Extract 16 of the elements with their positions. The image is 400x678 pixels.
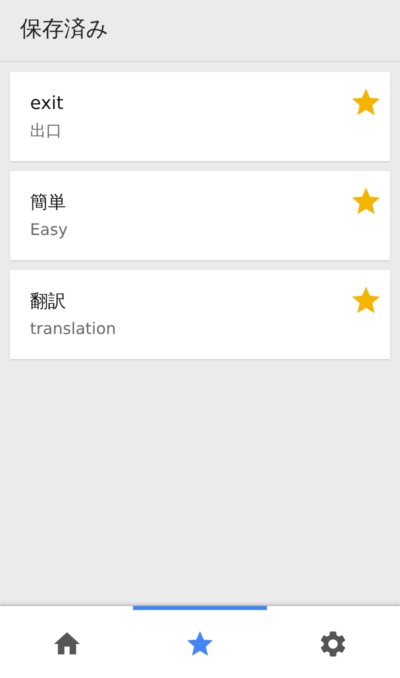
star-icon[interactable]: [352, 88, 380, 116]
translation-text: 出口: [30, 120, 62, 142]
star-icon[interactable]: [352, 187, 380, 215]
star-icon: [186, 631, 213, 657]
word-text: exit: [30, 92, 64, 116]
word-text: 翻訳: [30, 290, 66, 314]
translation-text: Easy: [30, 219, 68, 241]
settings-icon: [320, 631, 346, 657]
home-icon: [54, 631, 80, 657]
word-card[interactable]: 翻訳 translation: [10, 270, 390, 359]
word-text: 簡単: [30, 191, 66, 215]
word-card[interactable]: exit 出口: [10, 72, 390, 161]
word-card[interactable]: 簡単 Easy: [10, 171, 390, 260]
page-title: 保存済み: [20, 16, 109, 44]
star-icon[interactable]: [352, 286, 380, 314]
translation-text: translation: [30, 318, 116, 340]
